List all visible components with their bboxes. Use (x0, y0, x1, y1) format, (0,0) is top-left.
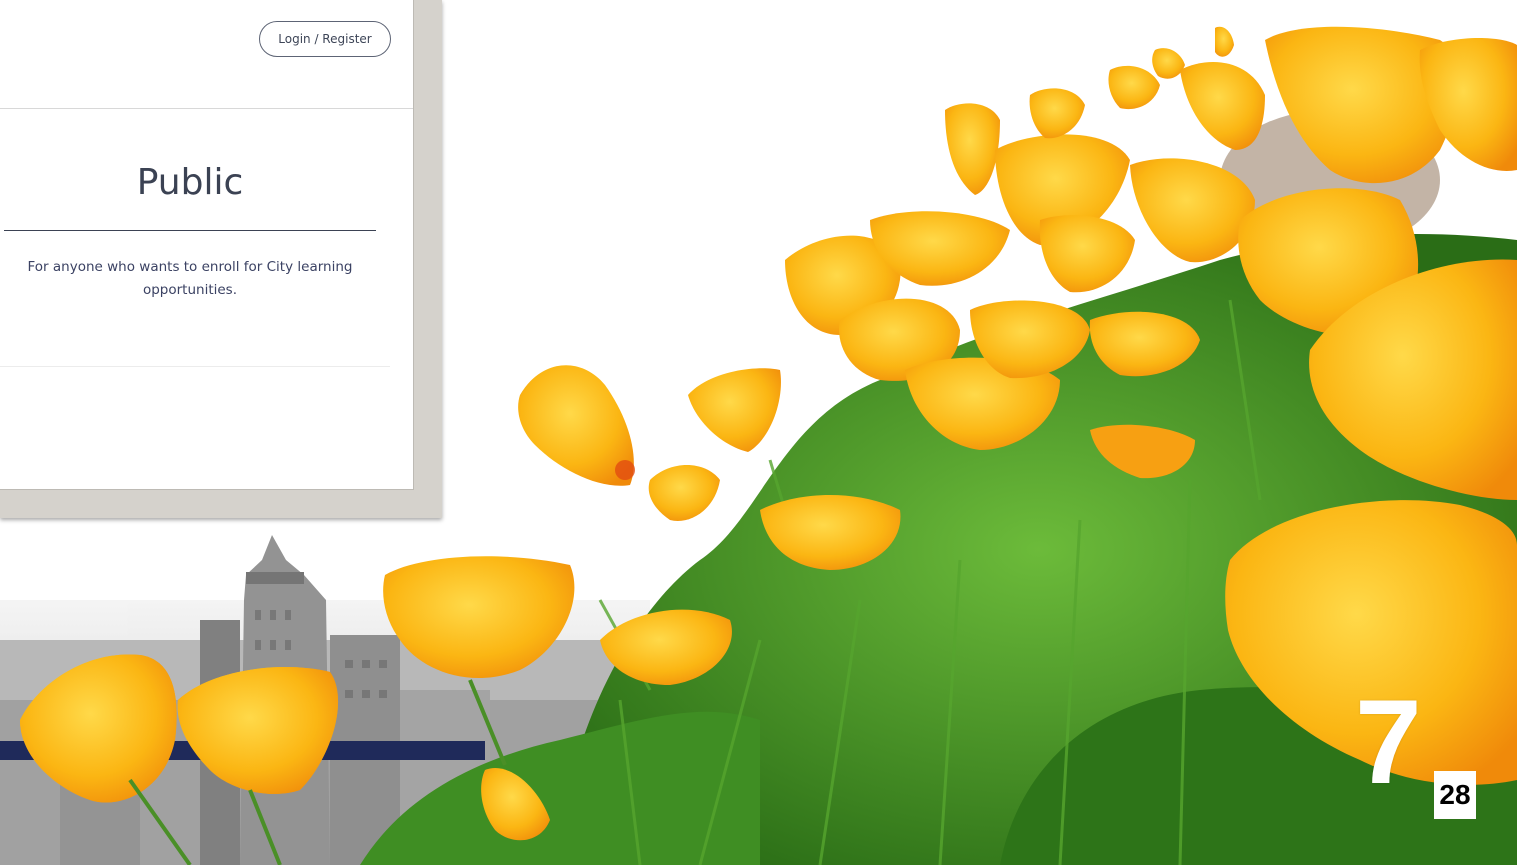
card-title: Public (136, 162, 244, 203)
website-screenshot: Login / Register Public For anyone who w… (0, 0, 414, 490)
screenshot-frame: Login / Register Public For anyone who w… (0, 0, 442, 518)
section-number: 7 (1355, 675, 1422, 809)
public-card[interactable]: Public For anyone who wants to enroll fo… (0, 142, 390, 367)
page-number: 28 (1434, 771, 1476, 819)
header-divider (0, 108, 413, 109)
card-description: For anyone who wants to enroll for City … (27, 259, 353, 298)
slide: Login / Register Public For anyone who w… (0, 0, 1517, 865)
login-register-button[interactable]: Login / Register (259, 21, 391, 57)
card-title-divider (4, 230, 376, 231)
